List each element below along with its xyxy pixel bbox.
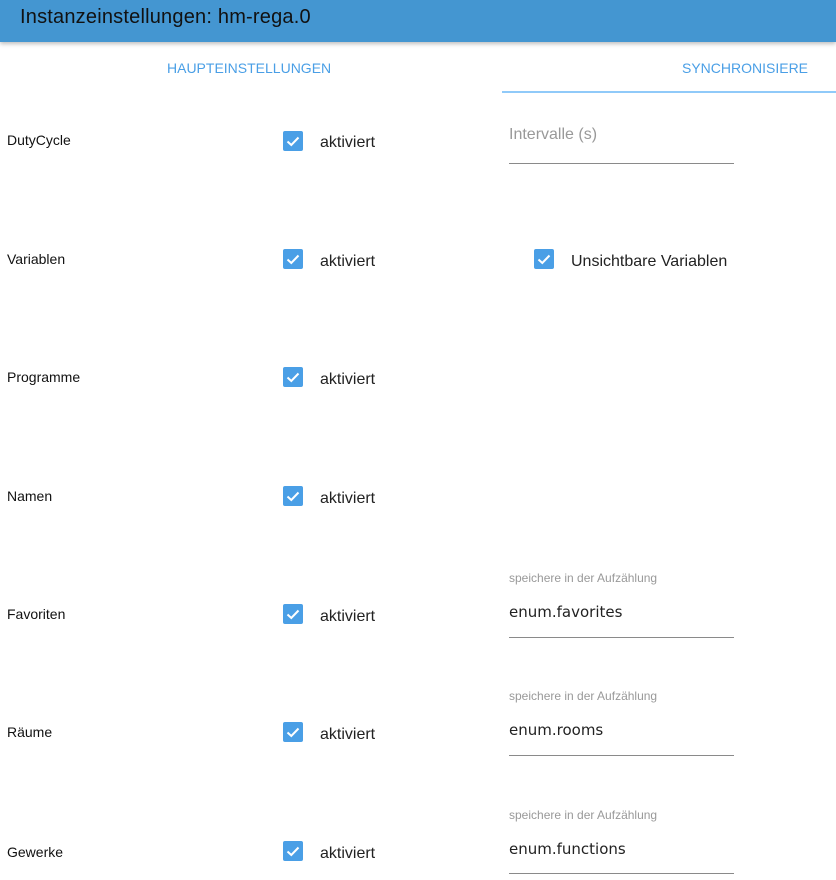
row-label-dutycycle: DutyCycle [7,132,71,148]
row-label-functions: Gewerke [7,844,64,860]
names-checkbox-label[interactable]: aktiviert [320,490,375,508]
tab-synchronize[interactable]: SYNCHRONISIERE [682,60,808,80]
rooms-enum-underline [509,755,734,756]
row-label-favorites: Favoriten [7,606,66,622]
favorites-checkbox-label[interactable]: aktiviert [320,608,375,626]
programs-checkbox-label[interactable]: aktiviert [320,371,375,389]
checkmark-icon [286,254,300,265]
tab-main-settings[interactable]: HAUPTEINSTELLUNGEN [167,60,331,80]
row-label-names: Namen [7,488,53,504]
checkmark-icon [286,846,300,857]
functions-checkbox-label[interactable]: aktiviert [320,845,375,863]
checkmark-icon [286,136,300,147]
favorites-enum-underline [509,637,734,638]
rooms-checkbox[interactable] [283,722,303,742]
functions-enum-underline [509,873,734,874]
row-label-programs: Programme [7,369,81,385]
rooms-enum-field-label: speichere in der Aufzählung [509,689,658,703]
row-label-rooms: Räume [7,724,53,740]
rooms-enum-input[interactable] [509,721,734,739]
names-checkbox[interactable] [283,486,303,506]
active-tab-indicator [502,91,836,93]
checkmark-icon [286,609,300,620]
dutycycle-checkbox-label[interactable]: aktiviert [320,134,375,152]
page-title: Instanzeinstellungen: hm-rega.0 [20,6,311,28]
functions-checkbox[interactable] [283,841,303,861]
checkmark-icon [286,491,300,502]
invisible-variables-checkbox[interactable] [534,249,554,269]
dutycycle-checkbox[interactable] [283,131,303,151]
checkmark-icon [286,727,300,738]
dutycycle-interval-input[interactable] [509,126,734,144]
app-header: Instanzeinstellungen: hm-rega.0 [0,0,836,42]
row-label-variables: Variablen [7,251,66,267]
functions-enum-field-label: speichere in der Aufzählung [509,808,658,822]
checkmark-icon [286,372,300,383]
favorites-enum-input[interactable] [509,603,734,621]
favorites-enum-field-label: speichere in der Aufzählung [509,571,658,585]
checkmark-icon [537,254,551,265]
favorites-checkbox[interactable] [283,604,303,624]
invisible-variables-label[interactable]: Unsichtbare Variablen [571,253,727,271]
programs-checkbox[interactable] [283,367,303,387]
variables-checkbox-label[interactable]: aktiviert [320,253,375,271]
dutycycle-interval-underline [509,163,734,164]
variables-checkbox[interactable] [283,249,303,269]
rooms-checkbox-label[interactable]: aktiviert [320,726,375,744]
functions-enum-input[interactable] [509,840,734,858]
